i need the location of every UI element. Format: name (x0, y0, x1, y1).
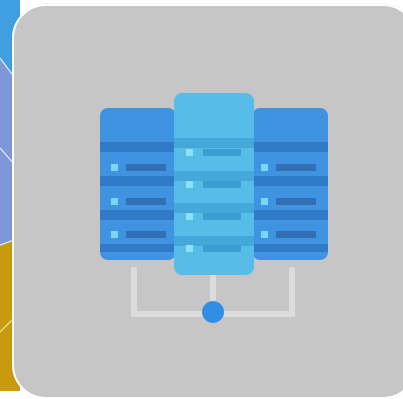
icon-tile[interactable] (12, 4, 403, 399)
